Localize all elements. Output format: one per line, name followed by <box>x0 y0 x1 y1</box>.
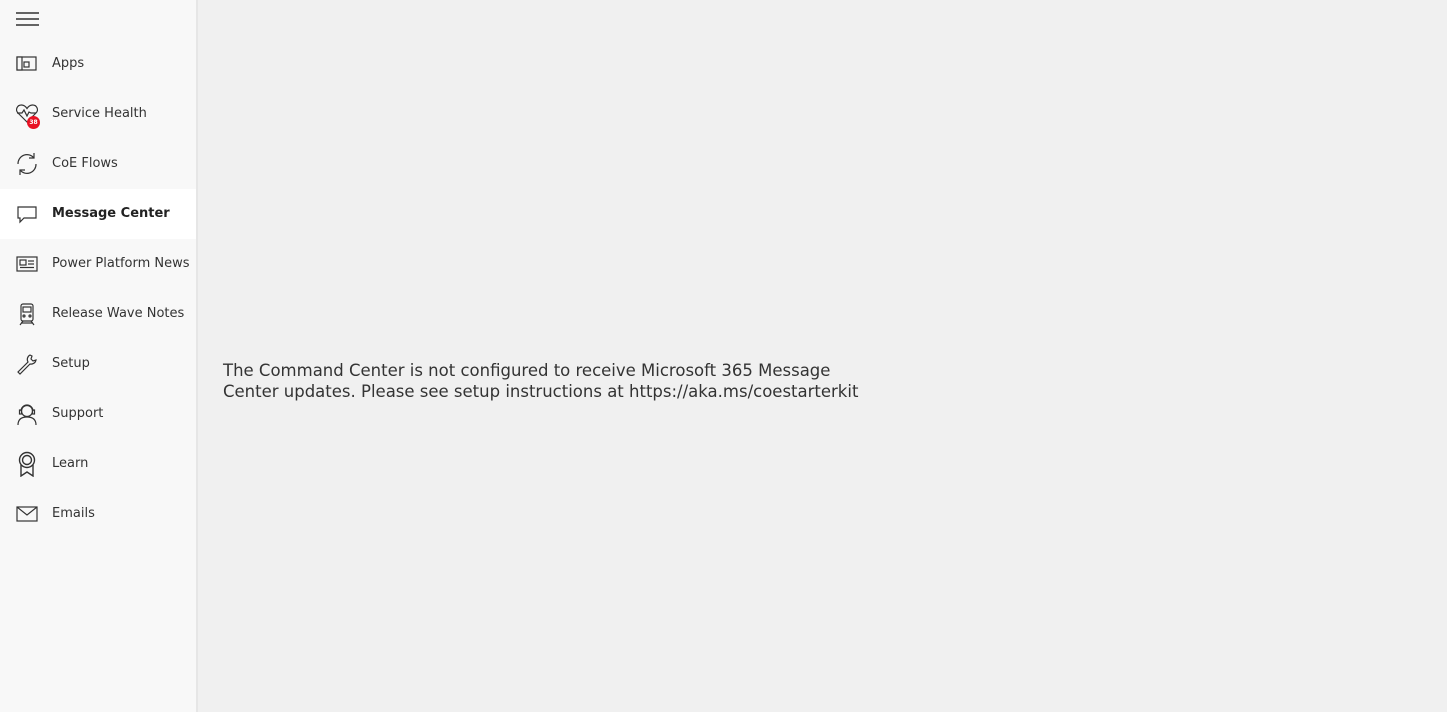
sidebar-item-setup[interactable]: Setup <box>0 339 196 389</box>
wrench-icon <box>14 351 40 377</box>
nav-list: Apps 38 Service Health CoE Flows Message… <box>0 39 196 539</box>
support-agent-icon <box>14 401 40 427</box>
sidebar-item-label: Emails <box>52 506 95 521</box>
sidebar-item-release-wave-notes[interactable]: Release Wave Notes <box>0 289 196 339</box>
hamburger-menu-icon[interactable] <box>16 11 40 29</box>
sidebar-item-learn[interactable]: Learn <box>0 439 196 489</box>
sidebar-item-power-platform-news[interactable]: Power Platform News <box>0 239 196 289</box>
apps-icon <box>14 51 40 77</box>
sidebar-item-label: Release Wave Notes <box>52 306 185 321</box>
sidebar-item-label: Learn <box>52 456 89 471</box>
sidebar-item-emails[interactable]: Emails <box>0 489 196 539</box>
sidebar-item-label: Support <box>52 406 104 421</box>
not-configured-message: The Command Center is not configured to … <box>223 361 859 401</box>
sidebar-item-label: CoE Flows <box>52 156 118 171</box>
refresh-flow-icon <box>14 151 40 177</box>
sidebar-item-label: Message Center <box>52 206 170 221</box>
sidebar-item-service-health[interactable]: 38 Service Health <box>0 89 196 139</box>
ribbon-award-icon <box>14 451 40 477</box>
sidebar-item-label: Apps <box>52 56 85 71</box>
train-icon <box>14 301 40 327</box>
mail-icon <box>14 501 40 527</box>
sidebar-item-message-center[interactable]: Message Center <box>0 189 196 239</box>
sidebar-item-coe-flows[interactable]: CoE Flows <box>0 139 196 189</box>
main-content: The Command Center is not configured to … <box>198 0 1447 712</box>
news-icon <box>14 251 40 277</box>
message-icon <box>14 201 40 227</box>
sidebar-item-label: Service Health <box>52 106 147 121</box>
sidebar-item-label: Power Platform News <box>52 256 190 271</box>
sidebar-item-support[interactable]: Support <box>0 389 196 439</box>
sidebar-nav: Apps 38 Service Health CoE Flows Message… <box>0 0 198 712</box>
sidebar-item-label: Setup <box>52 356 90 371</box>
notification-badge: 38 <box>27 116 40 129</box>
sidebar-item-apps[interactable]: Apps <box>0 39 196 89</box>
